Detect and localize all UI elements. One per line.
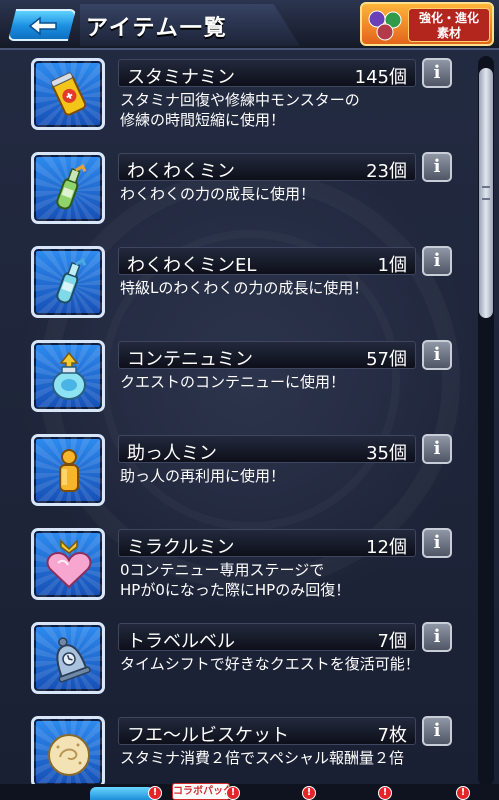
item-name: ミラクルミン <box>127 537 235 558</box>
item-description: 助っ人の再利用に使用！ <box>120 467 286 485</box>
item-count: 1個 <box>377 255 407 276</box>
item-name: 助っ人ミン <box>127 443 217 464</box>
item-name: トラベルベル <box>127 631 235 652</box>
notification-badge: ! <box>456 786 470 800</box>
item-description: 特級Lのわくわくの力の成長に使用！ <box>120 279 369 297</box>
item-count: 7個 <box>377 631 407 652</box>
list-item[interactable]: スタミナミン 145個 i スタミナ回復や修練中モンスターの 修練の時間短縮に使… <box>0 52 478 146</box>
info-button[interactable]: i <box>422 58 452 88</box>
item-description: タイムシフトで好きなクエストを復活可能！ <box>120 655 420 673</box>
header-bar: アイテム一覧 強化・進化 素材 <box>0 0 499 50</box>
wakuwaku-el-bottle-icon <box>31 246 105 318</box>
item-description: わくわくの力の成長に使用！ <box>120 185 316 203</box>
info-button[interactable]: i <box>422 340 452 370</box>
item-count: 23個 <box>366 161 407 182</box>
miracle-heart-bottle-icon <box>31 528 105 600</box>
list-item[interactable]: わくわくミンEL 1個 i 特級Lのわくわくの力の成長に使用！ <box>0 240 478 334</box>
item-list[interactable]: スタミナミン 145個 i スタミナ回復や修練中モンスターの 修練の時間短縮に使… <box>0 52 478 800</box>
item-description: スタミナ回復や修練中モンスターの 修練の時間短縮に使用！ <box>120 91 360 129</box>
notification-badge: ! <box>226 786 240 800</box>
item-count: 35個 <box>366 443 407 464</box>
item-header: ミラクルミン 12個 <box>118 529 416 558</box>
item-header: わくわくミン 23個 <box>118 153 416 182</box>
evo-label-line1: 強化・進化 <box>418 11 479 25</box>
info-button[interactable]: i <box>422 528 452 558</box>
item-count: 57個 <box>366 349 407 370</box>
info-button[interactable]: i <box>422 152 452 182</box>
scrollbar-thumb[interactable] <box>479 68 493 318</box>
collab-pack-tag[interactable]: コラボパック <box>172 783 230 800</box>
item-name: スタミナミン <box>127 67 235 88</box>
info-button[interactable]: i <box>422 622 452 652</box>
item-count: 12個 <box>366 537 407 558</box>
item-header: トラベルベル 7個 <box>118 623 416 652</box>
item-header: フエ～ルビスケット 7枚 <box>118 717 416 746</box>
item-name: フエ～ルビスケット <box>127 725 289 746</box>
helper-figure-icon <box>31 434 105 506</box>
item-count: 145個 <box>354 67 407 88</box>
info-button[interactable]: i <box>422 716 452 746</box>
bottom-menu-bar <box>0 784 499 800</box>
biscuit-icon <box>31 716 105 788</box>
material-orbs-icon <box>368 10 402 41</box>
bottom-menu-tab[interactable] <box>90 787 154 800</box>
info-button[interactable]: i <box>422 246 452 276</box>
item-description: 0コンテニュー専用ステージで HPが0になった際にHPのみ回復！ <box>120 561 351 599</box>
evolution-material-label: 強化・進化 素材 <box>408 8 490 42</box>
notification-badge: ! <box>148 786 162 800</box>
scrollbar-track[interactable] <box>478 56 494 786</box>
item-name: わくわくミン <box>127 161 235 182</box>
item-header: コンテニュミン 57個 <box>118 341 416 370</box>
page-title: アイテム一覧 <box>86 16 228 41</box>
scrollbar-grip <box>482 186 490 200</box>
stamina-can-icon <box>31 58 105 130</box>
list-item[interactable]: 助っ人ミン 35個 i 助っ人の再利用に使用！ <box>0 428 478 522</box>
item-header: 助っ人ミン 35個 <box>118 435 416 464</box>
list-item[interactable]: ミラクルミン 12個 i 0コンテニュー専用ステージで HPが0になった際にHP… <box>0 522 478 616</box>
notification-badge: ! <box>378 786 392 800</box>
item-description: スタミナ消費２倍でスペシャル報酬量２倍 <box>120 749 404 767</box>
list-item[interactable]: コンテニュミン 57個 i クエストのコンテニューに使用！ <box>0 334 478 428</box>
item-count: 7枚 <box>377 725 407 746</box>
list-item[interactable]: わくわくミン 23個 i わくわくの力の成長に使用！ <box>0 146 478 240</box>
item-header: わくわくミンEL 1個 <box>118 247 416 276</box>
evo-label-line2: 素材 <box>436 26 461 40</box>
list-item[interactable]: トラベルベル 7個 i タイムシフトで好きなクエストを復活可能！ <box>0 616 478 710</box>
item-name: わくわくミンEL <box>127 255 257 276</box>
wakuwaku-bottle-icon <box>31 152 105 224</box>
item-header: スタミナミン 145個 <box>118 59 416 88</box>
continue-jar-icon <box>31 340 105 412</box>
evolution-material-button[interactable]: 強化・進化 素材 <box>360 2 494 46</box>
info-button[interactable]: i <box>422 434 452 464</box>
back-arrow-icon <box>28 16 57 36</box>
notification-badge: ! <box>302 786 316 800</box>
back-button[interactable] <box>8 9 76 41</box>
travel-bell-icon <box>31 622 105 694</box>
item-name: コンテニュミン <box>127 349 253 370</box>
item-description: クエストのコンテニューに使用！ <box>120 373 346 391</box>
